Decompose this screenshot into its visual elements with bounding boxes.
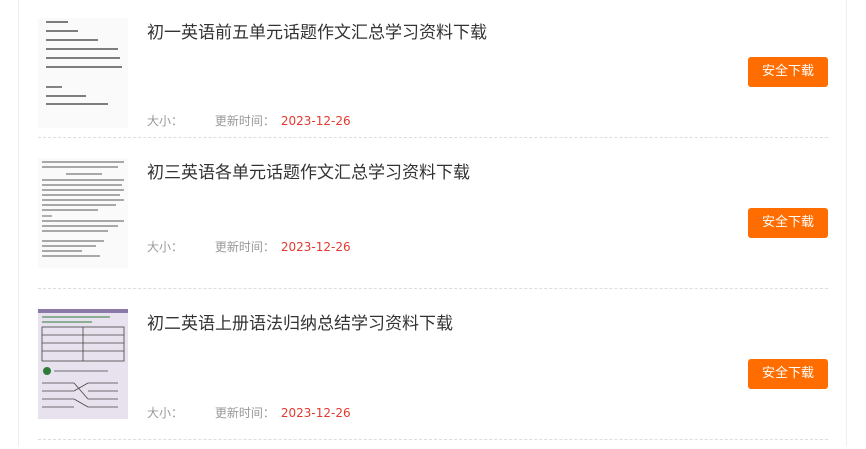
size-label: 大小： [147, 114, 184, 128]
update-date: 2023-12-26 [280, 240, 351, 254]
document-thumbnail[interactable] [38, 158, 128, 268]
item-title[interactable]: 初三英语各单元话题作文汇总学习资料下载 [147, 158, 470, 183]
safe-download-button[interactable]: 安全下载 [748, 359, 828, 389]
list-item: 初二英语上册语法归纳总结学习资料下载 大小： 更新时间： 2023-12-26 安… [38, 309, 828, 449]
safe-download-button[interactable]: 安全下载 [748, 57, 828, 87]
update-time-label: 更新时间： [214, 406, 275, 420]
size-label: 大小： [147, 406, 184, 420]
update-date: 2023-12-26 [280, 406, 351, 420]
list-item: 初三英语各单元话题作文汇总学习资料下载 大小： 更新时间： 2023-12-26 … [38, 158, 828, 298]
update-date: 2023-12-26 [280, 114, 351, 128]
document-thumbnail[interactable] [38, 18, 128, 128]
item-divider [38, 137, 828, 138]
size-label: 大小： [147, 240, 184, 254]
item-divider [38, 288, 828, 289]
item-divider [38, 439, 828, 440]
item-meta: 大小： 更新时间： 2023-12-26 [147, 112, 351, 129]
item-meta: 大小： 更新时间： 2023-12-26 [147, 238, 351, 255]
update-time-label: 更新时间： [214, 240, 275, 254]
worksheet-photo-thumbnail[interactable] [38, 309, 128, 419]
item-title[interactable]: 初一英语前五单元话题作文汇总学习资料下载 [147, 18, 487, 43]
update-time-label: 更新时间： [214, 114, 275, 128]
safe-download-button[interactable]: 安全下载 [748, 208, 828, 238]
item-title[interactable]: 初二英语上册语法归纳总结学习资料下载 [147, 309, 453, 334]
item-meta: 大小： 更新时间： 2023-12-26 [147, 404, 351, 421]
